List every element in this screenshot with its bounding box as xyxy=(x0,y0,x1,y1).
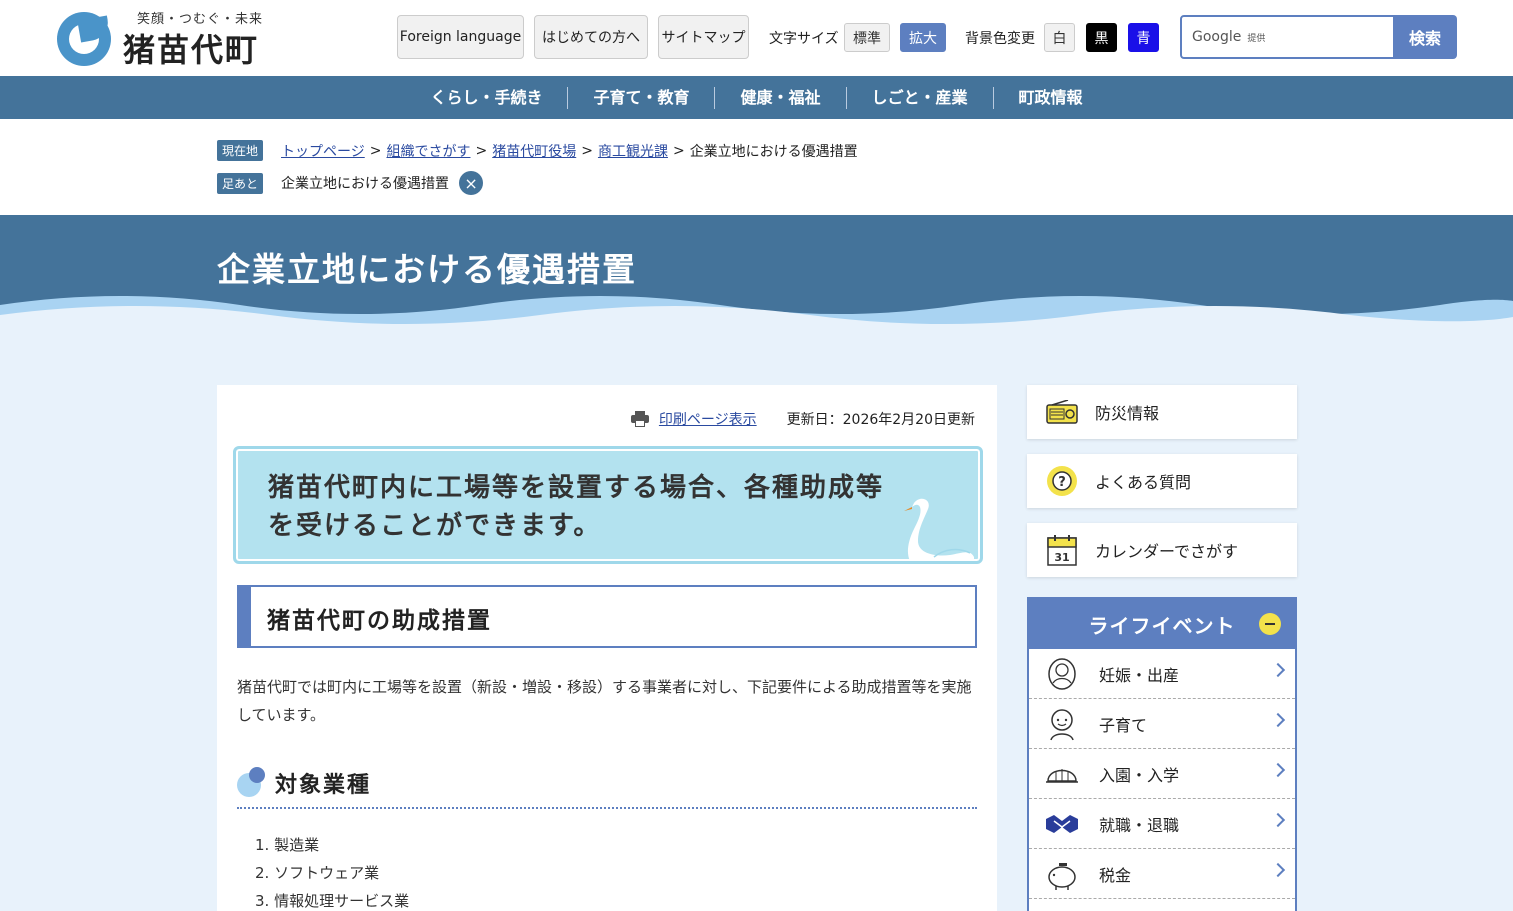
section-heading: 猪苗代町の助成措置 xyxy=(237,585,977,648)
current-location-tag: 現在地 xyxy=(217,140,264,161)
close-icon[interactable]: × xyxy=(459,171,484,195)
child-icon xyxy=(1050,708,1074,740)
page-title: 企業立地における優遇措置 xyxy=(217,250,637,289)
calendar-label: カレンダーでさがす xyxy=(1095,542,1239,561)
wave-decoration xyxy=(0,296,1513,325)
breadcrumb-link-commerce-tourism[interactable]: 商工観光課 xyxy=(598,141,668,161)
nav-item-living[interactable]: くらし・手続き xyxy=(405,87,567,109)
site-header: 笑顔・つむぐ・未来 猪苗代町 Foreign language はじめての方へ … xyxy=(0,0,1513,76)
search-input[interactable]: Google 提供 xyxy=(1180,15,1395,59)
lead-text: 猪苗代町内に工場等を設置する場合、各種助成等を受けることができます。 xyxy=(268,473,885,541)
calendar-day: 31 xyxy=(1054,551,1069,564)
nav-item-government[interactable]: 町政情報 xyxy=(992,86,1108,109)
chevron-right-icon xyxy=(1270,712,1286,728)
history-trail: 足あと 企業立地における優遇措置 × xyxy=(217,171,484,195)
history-item[interactable]: 企業立地における優遇措置 xyxy=(281,173,449,193)
life-item-school-entry[interactable]: 入園・入学 xyxy=(1029,749,1295,799)
updated-date: 更新日：2026年2月20日更新 xyxy=(786,412,975,428)
breadcrumb-link-organization[interactable]: 組織でさがす xyxy=(386,141,470,161)
faq-label: よくある質問 xyxy=(1095,473,1192,492)
font-standard-button[interactable]: 標準 xyxy=(844,23,890,52)
svg-text:?: ? xyxy=(1058,475,1066,490)
breadcrumb-current: 企業立地における優遇措置 xyxy=(689,143,858,160)
list-item: 1. 製造業 xyxy=(255,836,320,854)
target-industries-list: 1. 製造業 2. ソフトウェア業 3. 情報処理サービス業 xyxy=(255,831,409,911)
chevron-right-icon xyxy=(1270,762,1286,778)
list-item: 2. ソフトウェア業 xyxy=(255,864,380,882)
breadcrumb-separator: > xyxy=(581,142,593,159)
logo-site-name: 猪苗代町 xyxy=(123,31,260,69)
subsection-heading: 対象業種 xyxy=(237,763,977,809)
foreign-language-button[interactable]: Foreign language xyxy=(397,15,524,59)
bg-white-button[interactable]: 白 xyxy=(1044,23,1075,52)
calendar-icon: 31 xyxy=(1045,533,1079,567)
chevron-right-icon xyxy=(1270,662,1286,678)
print-page-link[interactable]: 印刷ページ表示 xyxy=(659,409,757,429)
life-events-panel: ライフイベント 妊娠・出産 子育て 入園・入学 就職・退職 税金 xyxy=(1027,597,1297,911)
heading-bullet-icon xyxy=(237,767,267,797)
life-item-label: 就職・退職 xyxy=(1099,815,1180,835)
chevron-right-icon xyxy=(1270,812,1286,828)
handshake-icon xyxy=(1046,814,1078,833)
section-heading-text: 猪苗代町の助成措置 xyxy=(267,608,492,634)
first-time-button[interactable]: はじめての方へ xyxy=(534,15,648,59)
life-item-pregnancy[interactable]: 妊娠・出産 xyxy=(1029,649,1295,699)
search-button[interactable]: 検索 xyxy=(1393,15,1457,59)
intro-paragraph: 猪苗代町では町内に工場等を設置（新設・増設・移設）する事業者に対し、下記要件によ… xyxy=(237,678,972,724)
swan-icon xyxy=(904,498,974,561)
life-events-title: ライフイベント xyxy=(1088,613,1236,638)
global-nav: くらし・手続き 子育て・教育 健康・福祉 しごと・産業 町政情報 xyxy=(0,76,1513,119)
history-tag: 足あと xyxy=(217,172,264,194)
nav-item-health[interactable]: 健康・福祉 xyxy=(714,86,845,109)
breadcrumb-link-top[interactable]: トップページ xyxy=(281,141,365,161)
breadcrumb-separator: > xyxy=(475,142,488,159)
collapse-icon[interactable] xyxy=(1259,613,1281,635)
sitemap-button[interactable]: サイトマップ xyxy=(658,15,749,59)
print-icon xyxy=(630,411,649,427)
page-meta: 印刷ページ表示 更新日：2026年2月20日更新 xyxy=(630,409,975,429)
breadcrumb: 現在地 トップページ > 組織でさがす > 猪苗代町役場 > 商工観光課 > 企… xyxy=(217,140,858,161)
faq-button[interactable]: ? よくある質問 xyxy=(1027,454,1297,508)
life-item-label: 入園・入学 xyxy=(1099,765,1180,785)
lead-box: 猪苗代町内に工場等を設置する場合、各種助成等を受けることができます。 xyxy=(233,446,983,564)
bg-blue-button[interactable]: 青 xyxy=(1128,23,1159,52)
life-events-header[interactable]: ライフイベント xyxy=(1029,599,1295,649)
life-item-label: 税金 xyxy=(1099,865,1132,885)
font-size-label: 文字サイズ xyxy=(769,31,839,47)
breadcrumb-separator: > xyxy=(369,142,382,159)
main-content: 印刷ページ表示 更新日：2026年2月20日更新 猪苗代町内に工場等を設置する場… xyxy=(217,385,997,911)
question-icon: ? xyxy=(1045,464,1079,498)
breadcrumb-area: 現在地 トップページ > 組織でさがす > 猪苗代町役場 > 商工観光課 > 企… xyxy=(0,119,1513,215)
disaster-info-button[interactable]: 防災情報 xyxy=(1027,385,1297,439)
breadcrumb-separator: > xyxy=(672,142,685,159)
site-logo[interactable]: 笑顔・つむぐ・未来 猪苗代町 xyxy=(57,8,277,70)
nav-item-childcare[interactable]: 子育て・教育 xyxy=(567,86,714,109)
baby-icon xyxy=(1048,657,1076,690)
disaster-info-label: 防災情報 xyxy=(1095,404,1160,423)
life-item-employment[interactable]: 就職・退職 xyxy=(1029,799,1295,849)
subsection-heading-text: 対象業種 xyxy=(275,773,372,798)
logo-mark-icon xyxy=(57,12,111,66)
calendar-button[interactable]: 31 カレンダーでさがす xyxy=(1027,523,1297,577)
search-brand: Google xyxy=(1192,29,1242,45)
radio-icon xyxy=(1045,395,1079,429)
font-large-button[interactable]: 拡大 xyxy=(900,23,946,52)
bg-black-button[interactable]: 黒 xyxy=(1086,23,1117,52)
piggy-bank-icon xyxy=(1048,862,1076,890)
chevron-right-icon xyxy=(1270,862,1286,878)
nav-item-business[interactable]: しごと・産業 xyxy=(845,86,993,109)
life-item-tax[interactable]: 税金 xyxy=(1029,849,1295,899)
site-search: Google 提供 検索 xyxy=(1180,15,1457,59)
title-band: 企業立地における優遇措置 xyxy=(0,215,1513,325)
search-brand-suffix: 提供 xyxy=(1247,33,1266,44)
school-hat-icon xyxy=(1046,768,1078,783)
life-item-label: 妊娠・出産 xyxy=(1099,665,1180,685)
bg-color-label: 背景色変更 xyxy=(965,31,1035,47)
life-item-childcare[interactable]: 子育て xyxy=(1029,699,1295,749)
breadcrumb-link-town-office[interactable]: 猪苗代町役場 xyxy=(492,141,576,161)
list-item: 3. 情報処理サービス業 xyxy=(255,892,410,910)
life-item-label: 子育て xyxy=(1099,715,1148,735)
